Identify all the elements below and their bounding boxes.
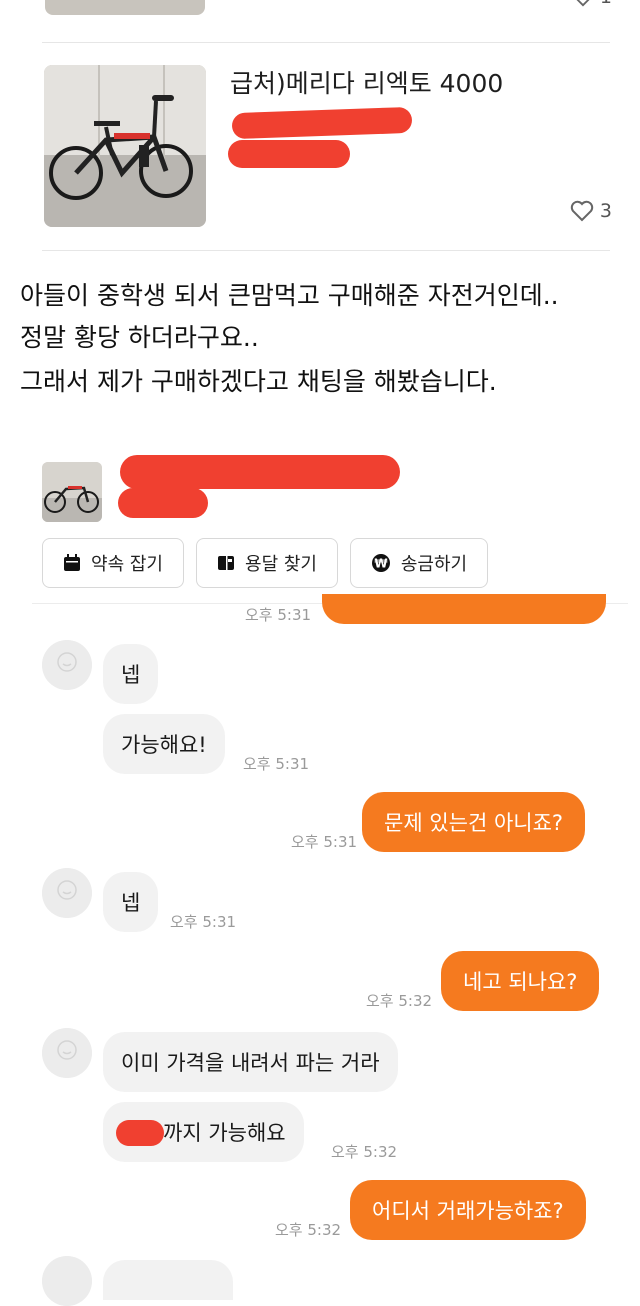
calendar-icon (64, 554, 81, 571)
previous-listing-likes-count: 1 (600, 0, 612, 8)
heart-icon (576, 0, 590, 7)
user-avatar-icon (42, 640, 92, 690)
listing-likes: 3 (570, 200, 612, 222)
message-bubble-incoming[interactable]: 넵 (103, 644, 159, 704)
message-time: 오후 5:32 (331, 1143, 398, 1161)
previous-listing-thumbnail[interactable] (45, 0, 205, 15)
caption-line: 그래서 제가 구매하겠다고 채팅을 해봤습니다. (20, 367, 497, 396)
divider (42, 250, 610, 251)
listing-likes-count: 3 (599, 200, 612, 222)
message-time: 오후 5:31 (170, 913, 237, 931)
redacted-listing-title (120, 455, 400, 489)
avatar[interactable] (42, 1028, 92, 1078)
won-coin-icon: ₩ (371, 554, 390, 572)
redacted-listing-price (118, 488, 208, 518)
message-bubble-incoming[interactable]: 가능해요! (103, 714, 225, 774)
message-bubble-outgoing[interactable]: 어디서 거래가능하죠? (350, 1180, 586, 1240)
send-money-button[interactable]: ₩ 송금하기 (350, 538, 488, 588)
redacted-info (228, 140, 350, 168)
avatar[interactable] (42, 1256, 92, 1306)
avatar[interactable] (42, 868, 92, 918)
caption-line: 아들이 중학생 되서 큰맘먹고 구매해준 자전거인데.. (20, 281, 559, 310)
message-bubble-incoming[interactable] (103, 1260, 233, 1300)
find-truck-label: 용달 찾기 (245, 554, 317, 575)
redacted-price (116, 1120, 164, 1146)
make-appointment-button[interactable]: 약속 잡기 (42, 538, 184, 588)
bicycle-photo (44, 65, 206, 227)
message-time: 오후 5:32 (366, 992, 433, 1010)
user-avatar-icon (42, 868, 92, 918)
avatar[interactable] (42, 640, 92, 690)
message-time: 오후 5:31 (245, 606, 312, 624)
caption-line: 정말 황당 하더라구요.. (20, 323, 259, 352)
find-truck-button[interactable]: 용달 찾기 (196, 538, 338, 588)
message-bubble-outgoing[interactable]: 문제 있는건 아니죠? (362, 792, 586, 852)
message-text: 까지 가능해요 (163, 1121, 286, 1145)
make-appointment-label: 약속 잡기 (91, 554, 163, 575)
svg-text:₩: ₩ (374, 557, 388, 571)
message-bubble-outgoing[interactable]: 네고 되나요? (441, 951, 600, 1011)
message-bubble-incoming[interactable]: 이미 가격을 내려서 파는 거라 (103, 1032, 398, 1092)
truck-icon (218, 556, 235, 570)
bicycle-photo (42, 462, 102, 522)
user-avatar-icon (42, 1028, 92, 1078)
message-time: 오후 5:32 (275, 1221, 342, 1239)
send-money-label: 송금하기 (400, 554, 468, 575)
redacted-price (231, 106, 413, 140)
message-time: 오후 5:31 (291, 833, 358, 851)
divider (42, 42, 610, 43)
heart-icon (570, 200, 594, 222)
message-time: 오후 5:31 (243, 755, 310, 773)
previous-listing-likes: 1 (572, 0, 612, 8)
message-bubble-outgoing[interactable] (322, 594, 606, 624)
listing-title[interactable]: 급처)메리다 리엑토 4000 (230, 64, 503, 100)
user-avatar-icon (42, 1256, 92, 1306)
chat-listing-thumbnail[interactable] (42, 462, 102, 522)
listing-photo[interactable] (44, 65, 206, 227)
message-bubble-incoming[interactable]: 넵 (103, 872, 159, 932)
